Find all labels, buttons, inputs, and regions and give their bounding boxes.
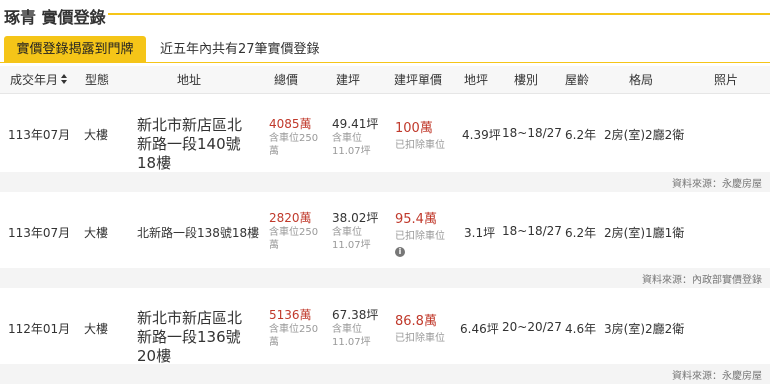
row-total-price-group: 2820萬 含車位250萬 xyxy=(269,209,321,252)
row-layout: 2房(室)2廳2衛 xyxy=(604,128,685,142)
row-area-group: 49.41坪 含車位 11.07坪 xyxy=(332,115,378,158)
table-row[interactable]: 113年07月 大樓 新北市新店區北新路一段140號18樓 4085萬 含車位2… xyxy=(0,96,770,173)
row-age: 6.2年 xyxy=(565,128,597,142)
row-total-price-group: 4085萬 含車位250萬 xyxy=(269,115,321,158)
sort-icon[interactable] xyxy=(61,74,68,85)
header-divider xyxy=(108,13,770,15)
column-date-label: 成交年月 xyxy=(10,73,59,87)
row-address[interactable]: 新北市新店區北新路一段136號20樓 xyxy=(137,309,249,366)
row-total-note: 含車位250萬 xyxy=(269,227,319,251)
row-date: 112年01月 xyxy=(8,322,71,336)
row-type: 大樓 xyxy=(84,322,109,336)
row-source: 資料來源：永慶房屋 xyxy=(672,371,762,382)
column-area: 建坪 xyxy=(336,73,361,87)
row-unit-note: 已扣除車位 xyxy=(395,333,445,344)
row-area: 38.02坪 xyxy=(332,211,379,225)
row-layout: 3房(室)2廳2衛 xyxy=(604,322,685,336)
row-parking-area: 11.07坪 xyxy=(332,240,371,251)
row-unit-price-group: 95.4萬 已扣除車位 i xyxy=(395,208,445,257)
tab-address-disclosure[interactable]: 實價登錄揭露到門牌 xyxy=(4,36,146,63)
tab-five-year-records[interactable]: 近五年內共有27筆實價登錄 xyxy=(160,36,320,63)
row-area-group: 67.38坪 含車位 11.07坪 xyxy=(332,306,378,349)
column-address: 地址 xyxy=(177,73,202,87)
row-land: 6.46坪 xyxy=(460,322,499,336)
row-unit-price-group: 100萬 已扣除車位 xyxy=(395,117,445,152)
row-source: 資料來源：永慶房屋 xyxy=(672,179,762,190)
source-bar: 資料來源：內政部實價登錄 xyxy=(0,268,770,288)
row-parking-area: 11.07坪 xyxy=(332,146,371,157)
info-icon-wrap: i xyxy=(395,245,445,257)
source-bar: 資料來源：永慶房屋 xyxy=(0,172,770,192)
row-land: 4.39坪 xyxy=(462,128,501,142)
column-type: 型態 xyxy=(85,73,110,87)
row-total-price: 5136萬 xyxy=(269,308,312,322)
row-total-note: 含車位250萬 xyxy=(269,133,319,157)
table-header: 成交年月 型態 地址 總價 建坪 建坪單價 地坪 樓別 屋齡 格局 照片 xyxy=(0,66,770,94)
row-parking-area: 11.07坪 xyxy=(332,337,371,348)
row-unit-price: 100萬 xyxy=(395,121,433,136)
row-unit-price: 86.8萬 xyxy=(395,314,437,329)
row-area: 67.38坪 xyxy=(332,308,379,322)
row-total-note: 含車位250萬 xyxy=(269,324,319,348)
column-unit-price: 建坪單價 xyxy=(394,73,443,87)
source-bar: 資料來源：永慶房屋 xyxy=(0,364,770,384)
row-area-group: 38.02坪 含車位 11.07坪 xyxy=(332,209,378,252)
tab-bar: 實價登錄揭露到門牌 近五年內共有27筆實價登錄 xyxy=(0,36,770,63)
row-total-price-group: 5136萬 含車位250萬 xyxy=(269,306,321,349)
table-row[interactable]: 112年01月 大樓 新北市新店區北新路一段136號20樓 5136萬 含車位2… xyxy=(0,290,770,366)
row-area-note: 含車位 xyxy=(332,227,362,238)
page-title: 琢青 實價登錄 xyxy=(4,8,106,27)
column-layout: 格局 xyxy=(629,73,654,87)
column-land: 地坪 xyxy=(464,73,489,87)
table-row[interactable]: 113年07月 大樓 北新路一段138號18樓 2820萬 含車位250萬 38… xyxy=(0,194,770,268)
row-address[interactable]: 北新路一段138號18樓 xyxy=(137,224,259,241)
row-unit-price-group: 86.8萬 已扣除車位 xyxy=(395,310,445,345)
row-floor: 18~18/27 xyxy=(502,126,562,140)
row-date: 113年07月 xyxy=(8,226,71,240)
column-date[interactable]: 成交年月 xyxy=(10,66,68,94)
row-unit-price: 95.4萬 xyxy=(395,212,437,227)
column-total-price: 總價 xyxy=(274,73,299,87)
section-header: 琢青 實價登錄 xyxy=(0,0,780,30)
row-unit-note: 已扣除車位 xyxy=(395,231,445,242)
row-address[interactable]: 新北市新店區北新路一段140號18樓 xyxy=(137,116,249,173)
column-floor: 樓別 xyxy=(514,73,539,87)
row-land: 3.1坪 xyxy=(464,226,496,240)
row-age: 6.2年 xyxy=(565,226,597,240)
column-age: 屋齡 xyxy=(565,73,590,87)
row-type: 大樓 xyxy=(84,128,109,142)
row-area-note: 含車位 xyxy=(332,324,362,335)
row-floor: 20~20/27 xyxy=(502,320,562,334)
row-unit-note: 已扣除車位 xyxy=(395,140,445,151)
row-date: 113年07月 xyxy=(8,128,71,142)
row-layout: 2房(室)1廳1衛 xyxy=(604,226,685,240)
row-area-note: 含車位 xyxy=(332,133,362,144)
row-floor: 18~18/27 xyxy=(502,224,562,238)
row-type: 大樓 xyxy=(84,226,109,240)
row-total-price: 4085萬 xyxy=(269,117,312,131)
info-icon[interactable]: i xyxy=(395,247,405,257)
row-total-price: 2820萬 xyxy=(269,211,312,225)
row-source: 資料來源：內政部實價登錄 xyxy=(642,275,762,286)
row-age: 4.6年 xyxy=(565,322,597,336)
column-photo: 照片 xyxy=(714,73,739,87)
row-area: 49.41坪 xyxy=(332,117,379,131)
